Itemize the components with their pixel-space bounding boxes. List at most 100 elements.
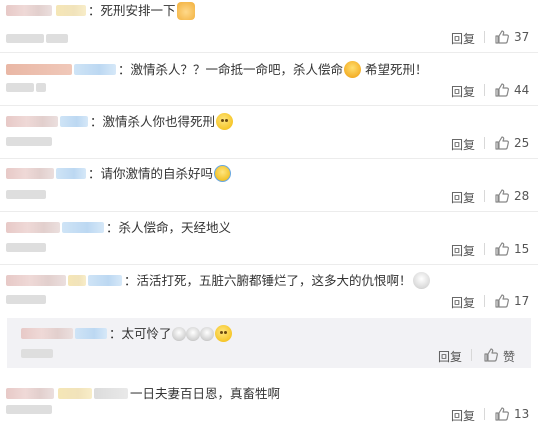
user-badge-blurred: [75, 328, 107, 339]
comment-item: ：死刑安排一下 回复 37: [0, 0, 538, 53]
comment-time-blurred: [6, 34, 68, 43]
comment-actions: 回复 44: [451, 82, 531, 100]
thumbs-up-icon[interactable]: [483, 347, 499, 363]
skull-emoji-icon: [171, 326, 186, 341]
comment-text: ：请你激情的自杀好吗: [88, 166, 214, 181]
user-badge-blurred: [56, 5, 86, 16]
reply-button[interactable]: 回复: [451, 83, 475, 100]
user-name-blurred[interactable]: [6, 64, 72, 75]
like-count: 44: [514, 83, 530, 97]
smile-emoji-icon: [214, 325, 232, 342]
reply-button[interactable]: 回复: [451, 189, 475, 206]
like-count: 17: [514, 294, 530, 308]
crying-emoji-icon: [214, 165, 232, 182]
reply-button[interactable]: 回复: [451, 242, 475, 259]
comment-item: ：请你激情的自杀好吗 回复 28: [0, 159, 538, 212]
thumbs-up-icon[interactable]: [494, 293, 510, 309]
comment-actions: 回复 赞: [438, 347, 526, 365]
smile-emoji-icon: [216, 113, 234, 130]
comment-time-blurred: [6, 83, 46, 92]
user-name-blurred[interactable]: [6, 5, 52, 16]
comment-actions: 回复 13: [451, 406, 531, 424]
ok-hand-emoji-icon: [176, 1, 195, 20]
reply-button[interactable]: 回复: [451, 407, 475, 424]
comment-time-blurred: [6, 405, 52, 414]
like-count: 25: [514, 136, 530, 150]
like-count: 37: [514, 30, 530, 44]
comment-time-blurred: [6, 137, 52, 146]
skull-emoji-icon: [412, 272, 430, 289]
comment-header: ：太可怜了: [21, 325, 232, 342]
comment-text: ：太可怜了: [109, 326, 172, 341]
comment-text: ：激情杀人？？一命抵一命吧，杀人偿命: [118, 62, 344, 77]
reply-button[interactable]: 回复: [451, 294, 475, 311]
comment-item: ：杀人偿命，天经地义 回复 15: [0, 212, 538, 265]
divider: [484, 84, 485, 96]
divider: [471, 349, 472, 361]
nested-reply: ：太可怜了 回复 赞: [7, 318, 531, 368]
user-badge-blurred: [94, 388, 128, 399]
divider: [484, 31, 485, 43]
comment-header: ：杀人偿命，天经地义: [6, 221, 231, 234]
like-label[interactable]: 赞: [503, 348, 515, 365]
user-name-blurred[interactable]: [6, 168, 54, 179]
user-name-blurred[interactable]: [6, 275, 66, 286]
divider: [484, 295, 485, 307]
like-count: 15: [514, 242, 530, 256]
comment-text: 一日夫妻百日恩，真畜牲啊: [130, 386, 281, 401]
thumbs-up-icon[interactable]: [494, 241, 510, 257]
comment-actions: 回复 15: [451, 241, 531, 259]
user-badge-blurred: [68, 275, 86, 286]
like-count: 13: [514, 407, 530, 421]
divider: [484, 243, 485, 255]
user-badge-blurred: [88, 275, 122, 286]
comment-header: ：激情杀人？？一命抵一命吧，杀人偿命 希望死刑！: [6, 61, 428, 78]
comment-time-blurred: [6, 190, 46, 199]
angry-emoji-icon: [344, 61, 362, 78]
thumbs-up-icon[interactable]: [494, 135, 510, 151]
comment-item: ：激情杀人你也得死刑 回复 25: [0, 106, 538, 159]
reply-button[interactable]: 回复: [438, 348, 462, 365]
thumbs-up-icon[interactable]: [494, 406, 510, 422]
comment-header: ：请你激情的自杀好吗: [6, 165, 232, 182]
comment-header: ：激情杀人你也得死刑: [6, 113, 234, 130]
comment-text: ：活活打死，五脏六腑都锤烂了，这多大的仇恨啊！: [124, 273, 412, 288]
thumbs-up-icon[interactable]: [494, 188, 510, 204]
comment-text: ：激情杀人你也得死刑: [90, 114, 216, 129]
user-name-blurred[interactable]: [6, 116, 58, 127]
comment-item: 一日夫妻百日恩，真畜牲啊 回复 13: [0, 373, 538, 434]
comment-time-blurred: [6, 243, 46, 252]
like-count: 28: [514, 189, 530, 203]
reply-button[interactable]: 回复: [451, 30, 475, 47]
user-name-blurred[interactable]: [21, 328, 73, 339]
user-name-blurred[interactable]: [6, 222, 60, 233]
skull-emoji-icon: [185, 326, 200, 341]
thumbs-up-icon[interactable]: [494, 82, 510, 98]
comment-time-blurred: [21, 349, 53, 358]
comment-item: ：活活打死，五脏六腑都锤烂了，这多大的仇恨啊！ 回复 17: [0, 265, 538, 314]
user-badge-blurred: [60, 116, 88, 127]
user-badge-blurred: [74, 64, 116, 75]
comment-item: ：激情杀人？？一命抵一命吧，杀人偿命 希望死刑！ 回复 44: [0, 53, 538, 106]
comment-time-blurred: [6, 295, 46, 304]
divider: [484, 190, 485, 202]
user-badge-blurred: [56, 168, 86, 179]
comment-text: ：死刑安排一下: [88, 3, 176, 18]
reply-button[interactable]: 回复: [451, 136, 475, 153]
comment-header: ：死刑安排一下: [6, 1, 195, 20]
thumbs-up-icon[interactable]: [494, 29, 510, 45]
user-name-blurred[interactable]: [6, 388, 54, 399]
comment-header: 一日夫妻百日恩，真畜牲啊: [6, 387, 280, 400]
comment-actions: 回复 28: [451, 188, 531, 206]
divider: [484, 408, 485, 420]
comment-header: ：活活打死，五脏六腑都锤烂了，这多大的仇恨啊！: [6, 272, 430, 289]
divider: [484, 137, 485, 149]
user-badge-blurred: [58, 388, 92, 399]
comment-actions: 回复 25: [451, 135, 531, 153]
comment-text: ：杀人偿命，天经地义: [106, 220, 232, 235]
skull-emoji-icon: [199, 326, 214, 341]
comment-actions: 回复 37: [451, 29, 531, 47]
comment-text-after: 希望死刑！: [365, 62, 428, 77]
comment-actions: 回复 17: [451, 293, 531, 311]
user-badge-blurred: [62, 222, 104, 233]
